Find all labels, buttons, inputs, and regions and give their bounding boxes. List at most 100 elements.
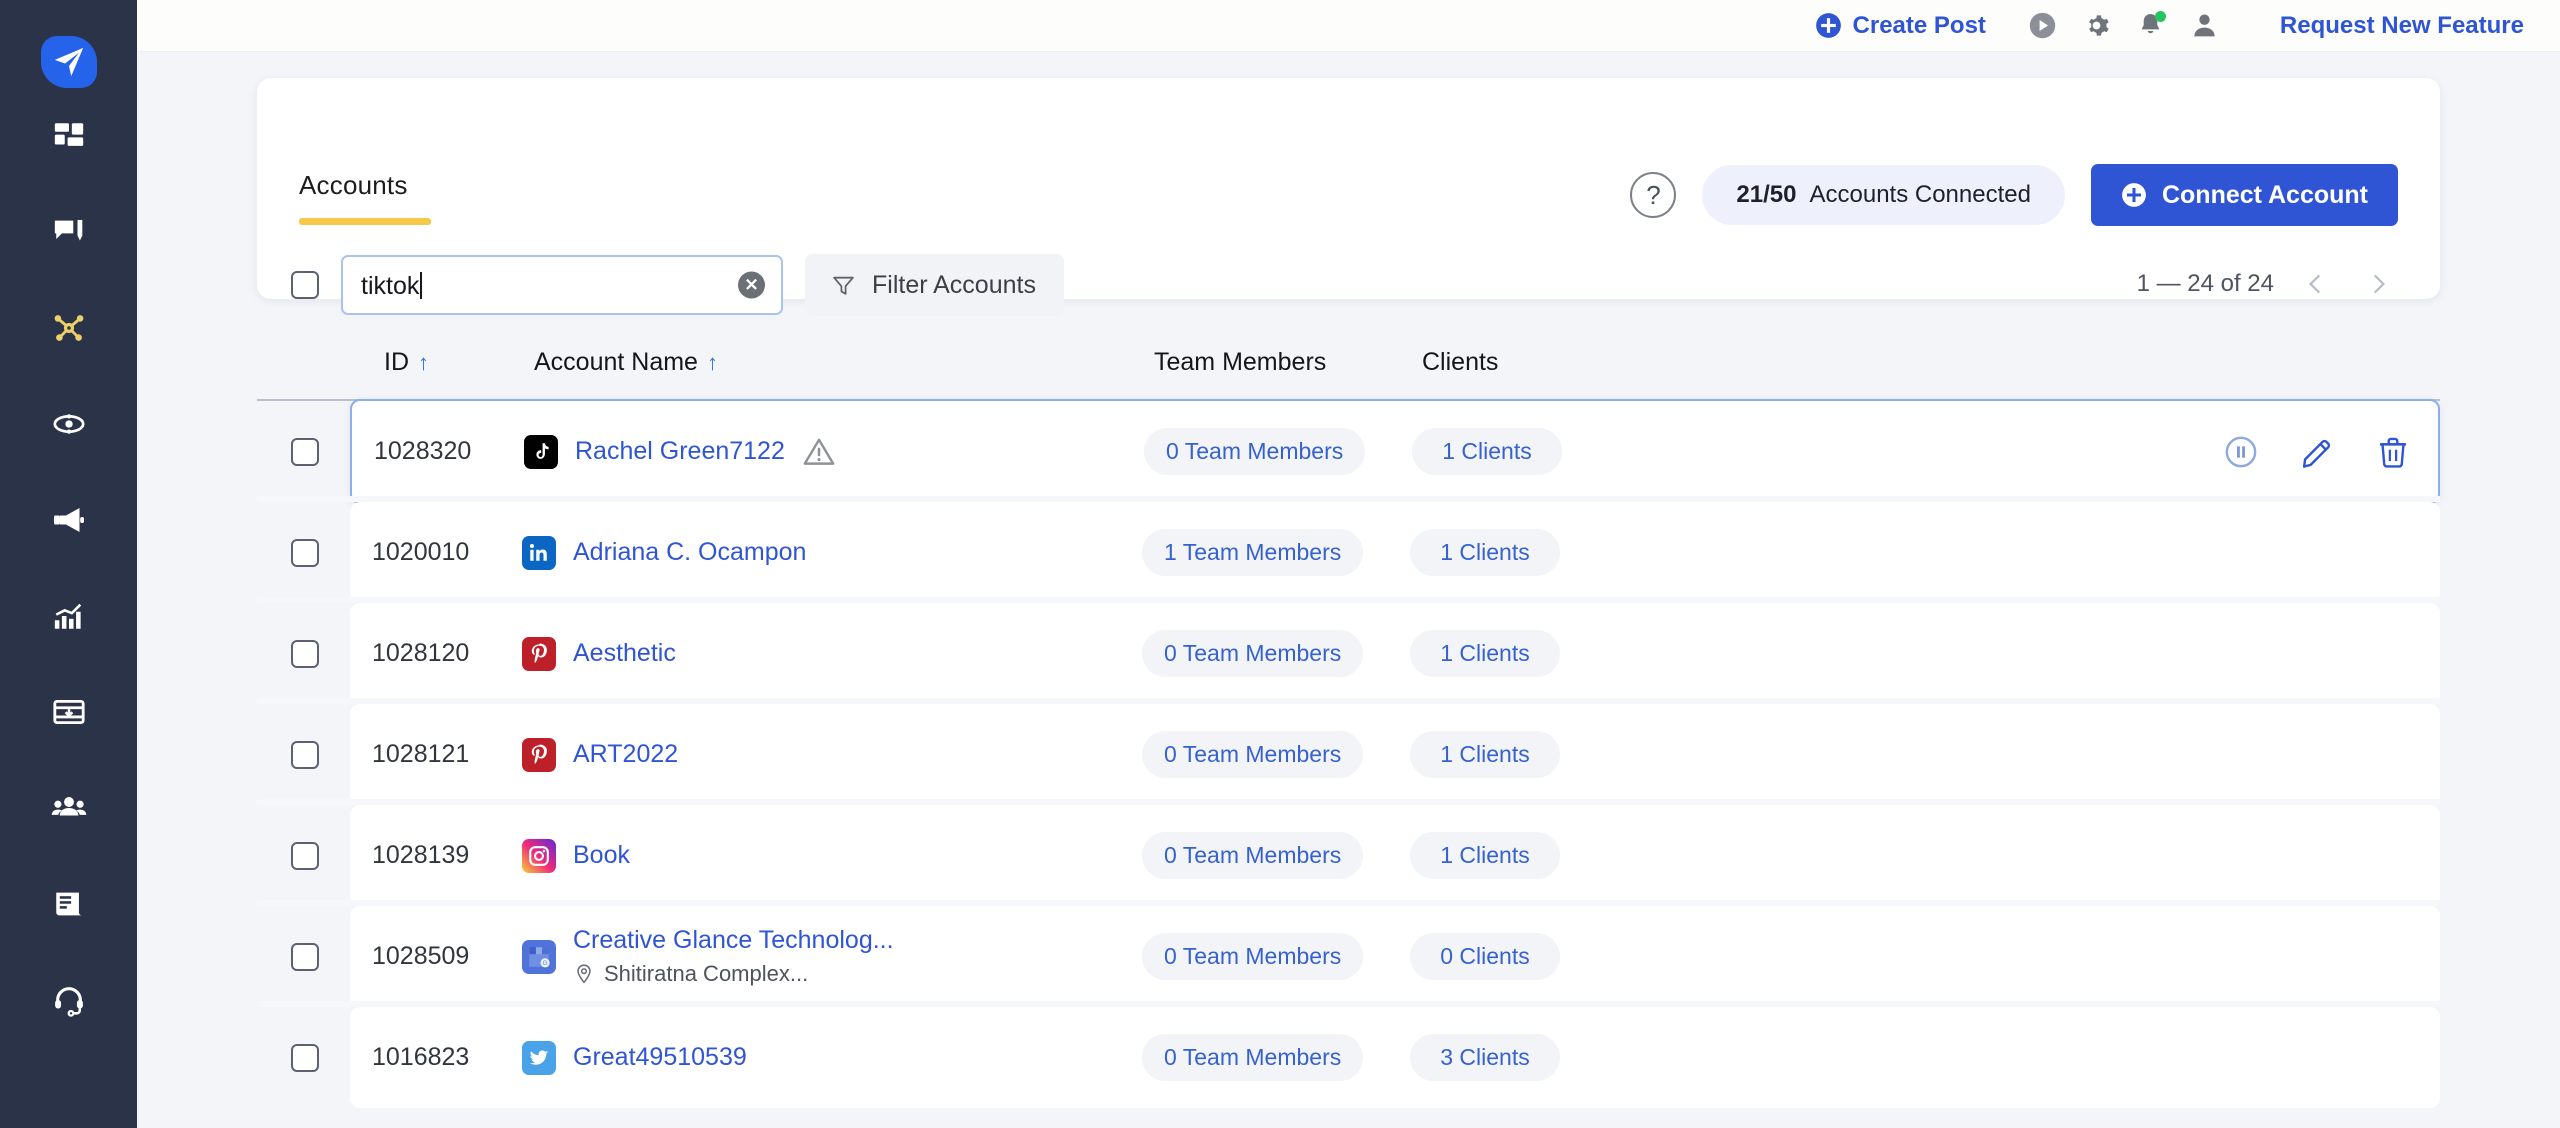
clear-search-button[interactable]: ✕ [738,271,765,299]
table-row[interactable]: 1028139 Book 0 Team Members 1 Clients [257,805,2440,906]
team-members-pill[interactable]: 0 Team Members [1142,1034,1364,1081]
cell-team-members: 1 Team Members [1142,529,1410,576]
pinterest-icon [531,643,547,663]
cell-id: 1028121 [372,740,470,768]
row-card[interactable]: 1028320 Rachel Green7122 0 Team Members 1 C… [350,399,2440,504]
clients-pill[interactable]: 1 Clients [1412,428,1562,475]
sidebar-item-support[interactable] [0,952,137,1048]
team-members-pill[interactable]: 0 Team Members [1144,428,1366,475]
help-button[interactable]: ? [1630,172,1677,218]
row-card[interactable]: 1020010 Adriana C. Ocampon 1 Team Members 1… [350,502,2440,603]
column-header-id[interactable]: ID ↑ [384,348,534,377]
play-button[interactable] [2016,0,2070,52]
sidebar-item-analytics[interactable] [0,568,137,664]
row-card[interactable]: 1028139 Book 0 Team Members 1 Clients [350,805,2440,906]
row-checkbox[interactable] [291,437,319,466]
pagination-next-button[interactable] [2358,264,2398,304]
search-input[interactable]: tiktok ✕ [341,255,783,315]
account-name-link[interactable]: Book [573,841,630,870]
row-card[interactable]: 1016823 Great49510539 0 Team Members 3 Clie… [350,1007,2440,1108]
linkedin-icon [522,535,556,570]
table-row[interactable]: 1028121 ART2022 0 Team Members 1 Clients [257,704,2440,805]
accounts-connected-count: 21/50 [1736,181,1797,208]
sidebar-item-engage[interactable] [0,376,137,472]
clients-pill[interactable]: 0 Clients [1410,933,1560,980]
team-members-pill[interactable]: 0 Team Members [1142,630,1364,677]
clients-pill[interactable]: 1 Clients [1410,832,1560,879]
account-name-link[interactable]: Adriana C. Ocampon [573,538,806,567]
warning-triangle-badge[interactable] [802,435,836,469]
filter-accounts-button[interactable]: Filter Accounts [805,254,1064,316]
row-checkbox[interactable] [291,841,319,870]
team-members-pill[interactable]: 1 Team Members [1142,529,1364,576]
column-header-id-label: ID [384,347,409,376]
column-header-account-name[interactable]: Account Name ↑ [534,348,1154,377]
accounts-table-body: 1028320 Rachel Green7122 0 Team Members 1 C… [257,399,2440,1108]
app-logo[interactable] [40,36,97,88]
row-checkbox[interactable] [291,1043,319,1072]
pause-circle-button[interactable] [2224,435,2258,469]
search-toolbar: tiktok ✕ Filter Accounts [291,254,1064,316]
sidebar-item-reports[interactable] [0,856,137,952]
sidebar-item-dashboard[interactable] [0,88,137,184]
sidebar-item-compose[interactable] [0,184,137,280]
row-card[interactable]: 1028120 Aesthetic 0 Team Members 1 Clients [350,603,2440,704]
row-checkbox[interactable] [291,538,319,567]
sidebar-item-campaigns[interactable] [0,472,137,568]
delete-trash-icon [2379,437,2407,468]
create-post-button[interactable]: Create Post [1815,12,1986,40]
clients-pill[interactable]: 1 Clients [1410,731,1560,778]
team-members-pill[interactable]: 0 Team Members [1142,731,1364,778]
account-name-link[interactable]: Creative Glance Technolog... [573,926,894,955]
pagination-prev-button[interactable] [2296,264,2336,304]
cell-team-members: 0 Team Members [1144,428,1412,475]
row-card[interactable]: 1028509 G Creative Glance Technolog... Shit… [350,906,2440,1007]
team-members-pill[interactable]: 0 Team Members [1142,832,1364,879]
sidebar-item-team[interactable] [0,760,137,856]
profile-button[interactable] [2178,0,2232,52]
sort-asc-icon: ↑ [418,349,429,375]
pinterest-icon [531,744,547,764]
table-row[interactable]: 1028120 Aesthetic 0 Team Members 1 Clients [257,603,2440,704]
settings-button[interactable] [2070,0,2124,52]
account-name-block: Great49510539 [573,1043,747,1072]
account-name-link[interactable]: Great49510539 [573,1043,747,1072]
request-new-feature-link[interactable]: Request New Feature [2280,12,2524,40]
row-checkbox-cell [257,740,350,769]
row-checkbox[interactable] [291,942,319,971]
table-row[interactable]: 1028320 Rachel Green7122 0 Team Members 1 C… [257,399,2440,504]
column-header-clients: Clients [1422,348,1662,377]
connect-account-button[interactable]: Connect Account [2090,164,2398,226]
chevron-right-icon [2373,274,2385,294]
account-name-link[interactable]: Rachel Green7122 [575,437,785,466]
table-row[interactable]: 1020010 Adriana C. Ocampon 1 Team Members 1… [257,502,2440,603]
row-checkbox-cell [257,841,350,870]
row-checkbox-cell [257,538,350,567]
account-name-link[interactable]: ART2022 [573,740,678,769]
row-checkbox[interactable] [291,639,319,668]
edit-pencil-button[interactable] [2300,435,2334,469]
cell-team-members: 0 Team Members [1142,630,1410,677]
sidebar [0,0,137,1128]
row-checkbox-cell [257,1043,350,1072]
clients-pill[interactable]: 1 Clients [1410,630,1560,677]
sidebar-item-accounts[interactable] [0,280,137,376]
row-checkbox[interactable] [291,740,319,769]
team-members-pill[interactable]: 0 Team Members [1142,933,1364,980]
clients-pill[interactable]: 3 Clients [1410,1034,1560,1081]
row-card[interactable]: 1028121 ART2022 0 Team Members 1 Clients [350,704,2440,805]
notifications-button[interactable] [2124,0,2178,52]
select-all-checkbox[interactable] [291,271,319,299]
play-circle-icon [2030,12,2056,39]
account-name-link[interactable]: Aesthetic [573,639,676,668]
tab-accounts-label: Accounts [299,170,408,200]
row-actions [2224,435,2410,469]
tab-accounts[interactable]: Accounts [299,170,431,225]
table-row[interactable]: 1016823 Great49510539 0 Team Members 3 Clie… [257,1007,2440,1108]
tiktok-icon [524,434,558,469]
clients-pill[interactable]: 1 Clients [1410,529,1560,576]
table-row[interactable]: 1028509 G Creative Glance Technolog... Shit… [257,906,2440,1007]
sidebar-item-inbox[interactable] [0,664,137,760]
delete-trash-button[interactable] [2376,435,2410,469]
svg-text:G: G [543,960,548,967]
